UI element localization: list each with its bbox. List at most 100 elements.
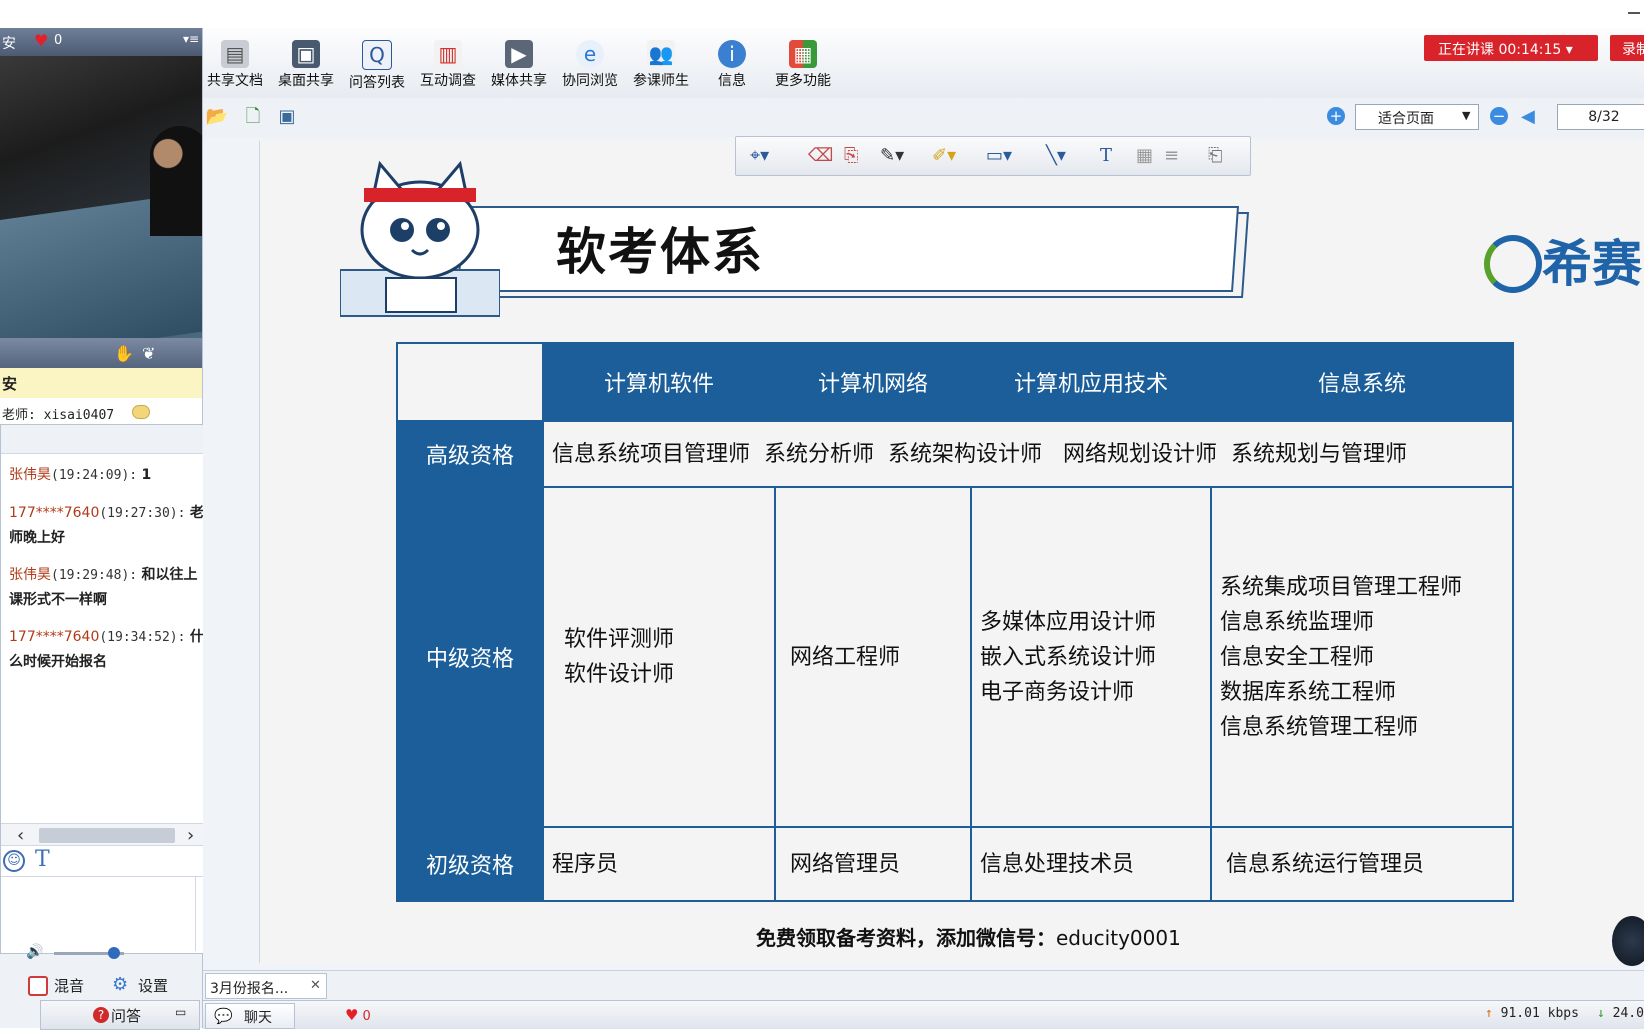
zoom-in-icon[interactable]: + xyxy=(1327,107,1345,125)
rectangle-icon[interactable]: ▭▾ xyxy=(986,145,1012,166)
line-width-icon[interactable]: ≡ xyxy=(1164,145,1179,166)
screenshot-icon[interactable]: ⎗ xyxy=(1208,145,1222,166)
minimize-button[interactable] xyxy=(1628,12,1640,14)
slide-title: 软考体系 xyxy=(556,223,764,281)
table-header-row: 计算机软件 计算机网络 计算机应用技术 信息系统 xyxy=(396,342,1514,422)
toolbar-label: 参课师生 xyxy=(633,73,689,89)
slide-footer-note: 免费领取备考资料，添加微信号：educity0001 xyxy=(756,922,1181,951)
pointer-icon[interactable]: ⌖▾ xyxy=(750,145,769,166)
table-cell: 信息系统运行管理员 xyxy=(1210,826,1514,902)
footer-prefix: 免费领取备考资料，添加微信号： xyxy=(756,926,1056,950)
page-field[interactable]: 8/32 xyxy=(1557,104,1644,130)
level-label: 中级资格 xyxy=(396,486,544,828)
chat-time: (19:29:48): xyxy=(51,568,138,583)
raise-hand-icon[interactable]: ✋ xyxy=(114,344,134,363)
line-icon[interactable]: ╲▾ xyxy=(1046,145,1066,166)
toolbar-media-share[interactable]: ▶ 媒体共享 xyxy=(487,36,551,96)
scroll-left-icon[interactable]: ‹ xyxy=(17,825,24,846)
zoom-out-icon[interactable]: − xyxy=(1490,107,1508,125)
volume-slider[interactable]: 🔊 xyxy=(26,944,126,960)
mix-button[interactable]: 混音 xyxy=(54,975,84,996)
tab-document[interactable]: 3月份报名... ✕ xyxy=(205,973,327,999)
cert-item: 多媒体应用设计师 xyxy=(980,609,1157,635)
text-tool-icon[interactable]: T xyxy=(1100,145,1112,166)
cert-item: 信息系统监理师 xyxy=(1220,609,1375,635)
level-label: 高级资格 xyxy=(396,420,544,488)
video-menu-icon[interactable]: ▾≡ xyxy=(183,32,199,46)
emoji-icon[interactable]: ☺ xyxy=(3,850,25,872)
live-status-button[interactable]: 正在讲课 00:14:15 ▾ xyxy=(1424,35,1598,61)
doc-tab-label: 3月份报名... xyxy=(210,981,289,997)
eraser-icon[interactable]: ⌫ xyxy=(808,145,833,166)
chat-time: (19:34:52): xyxy=(99,630,186,645)
prev-page-icon[interactable]: ◀ xyxy=(1521,106,1535,127)
toolbar-qa-list[interactable]: Q 问答列表 xyxy=(345,36,409,96)
column-header: 信息系统 xyxy=(1210,342,1514,422)
question-icon: ? xyxy=(93,1007,109,1023)
highlighter-icon[interactable]: ✐▾ xyxy=(932,145,956,166)
chat-bubble-icon[interactable] xyxy=(132,405,150,419)
new-doc-icon[interactable]: 🗋 xyxy=(241,106,265,128)
toolbar-cobrowse[interactable]: e 协同浏览 xyxy=(558,36,622,96)
presenter-name: 安 xyxy=(2,36,16,52)
minimize-icon[interactable]: ▭ xyxy=(175,1005,186,1019)
document-toolbar: 📂 🗋 ▣ + 适合页面 ▼ − ◀ 8/32 xyxy=(203,98,1644,139)
window-title-strip xyxy=(0,0,1644,28)
list-item[interactable]: 老师: xisai0407 xyxy=(0,398,202,427)
column-header: 计算机软件 xyxy=(542,342,776,422)
hands-icon[interactable]: ❦ xyxy=(142,344,155,363)
toolbar-info[interactable]: i 信息 xyxy=(700,36,764,96)
chat-message: 张伟昊(19:24:09): 1 xyxy=(9,463,209,488)
video-controls: ✋ ❦ xyxy=(0,338,202,368)
text-format-icon[interactable]: T xyxy=(35,847,50,872)
user-name: 老师: xisai0407 xyxy=(2,408,115,423)
cert-item: 信息安全工程师 xyxy=(1220,644,1375,670)
record-button[interactable]: 录制 xyxy=(1610,35,1644,61)
chat-author: 张伟昊 xyxy=(9,567,51,583)
toolbar-desktop-share[interactable]: ▣ 桌面共享 xyxy=(274,36,338,96)
open-folder-icon[interactable]: 📂 xyxy=(205,106,229,128)
toolbar-participants[interactable]: 👥 参课师生 xyxy=(629,36,693,96)
fill-icon[interactable]: ▦ xyxy=(1136,145,1153,166)
gear-icon[interactable]: ⚙ xyxy=(112,974,128,995)
teacher-row[interactable]: 安 xyxy=(0,368,202,399)
toolbar-label: 互动调查 xyxy=(420,73,476,89)
whiteboard-icon[interactable]: ▣ xyxy=(275,106,299,128)
floating-widget-icon[interactable] xyxy=(1612,916,1644,966)
mix-icon[interactable] xyxy=(28,976,48,996)
cert-item: 嵌入式系统设计师 xyxy=(980,644,1157,670)
chat-tab-label: 聊天 xyxy=(244,1010,272,1026)
toolbar-more[interactable]: ▦ 更多功能 xyxy=(771,36,835,96)
close-icon[interactable]: ✕ xyxy=(310,978,321,993)
download-value: 24.0 xyxy=(1612,1006,1644,1021)
status-bar: 💬 聊天 ♥ 0 ↑ 91.01 kbps ↓ 24.0 xyxy=(203,1000,1644,1029)
chat-author: 177****7640 xyxy=(9,505,100,521)
pen-icon[interactable]: ✎▾ xyxy=(880,145,904,166)
qualification-table: 计算机软件 计算机网络 计算机应用技术 信息系统 高级资格 信息系统项目管理师 … xyxy=(396,342,1514,902)
logo-text: 希赛 xyxy=(1542,235,1642,293)
chat-message: 张伟昊(19:29:48): 和以往上课形式不一样啊 xyxy=(9,563,209,613)
scroll-right-icon[interactable]: › xyxy=(187,825,194,846)
column-header: 计算机应用技术 xyxy=(970,342,1212,422)
chat-tab[interactable]: 💬 聊天 xyxy=(205,1003,295,1029)
settings-button[interactable]: 设置 xyxy=(138,975,168,996)
chat-input[interactable] xyxy=(1,877,196,951)
qa-tab[interactable]: ? 问答 ▭ xyxy=(40,1000,200,1030)
record-label: 录制 xyxy=(1622,42,1644,58)
column-header: 计算机网络 xyxy=(774,342,972,422)
table-row: 初级资格 程序员 网络管理员 信息处理技术员 信息系统运行管理员 xyxy=(396,826,1514,902)
volume-knob[interactable] xyxy=(107,947,120,959)
chat-time: (19:27:30): xyxy=(99,506,186,521)
chat-message: 177****7640(19:34:52): 什么时候开始报名 xyxy=(9,625,209,675)
clear-icon[interactable]: ⎘ xyxy=(844,145,858,166)
annotation-toolbar: ⌖▾ ⌫ ⎘ ✎▾ ✐▾ ▭▾ ╲▾ T ▦ ≡ ⎗ xyxy=(735,136,1251,176)
heart-icon: ♥ xyxy=(34,31,49,50)
xisai-logo: 希赛 xyxy=(1484,224,1642,297)
info-icon: i xyxy=(718,40,746,68)
toolbar-survey[interactable]: ▥ 互动调查 xyxy=(416,36,480,96)
zoom-select[interactable]: 适合页面 ▼ xyxy=(1355,104,1479,130)
scroll-thumb[interactable] xyxy=(39,828,175,843)
toolbar-share-doc[interactable]: ▤ 共享文档 xyxy=(203,36,267,96)
toolbar-label: 协同浏览 xyxy=(562,73,618,89)
chevron-down-icon: ▼ xyxy=(1462,109,1471,122)
